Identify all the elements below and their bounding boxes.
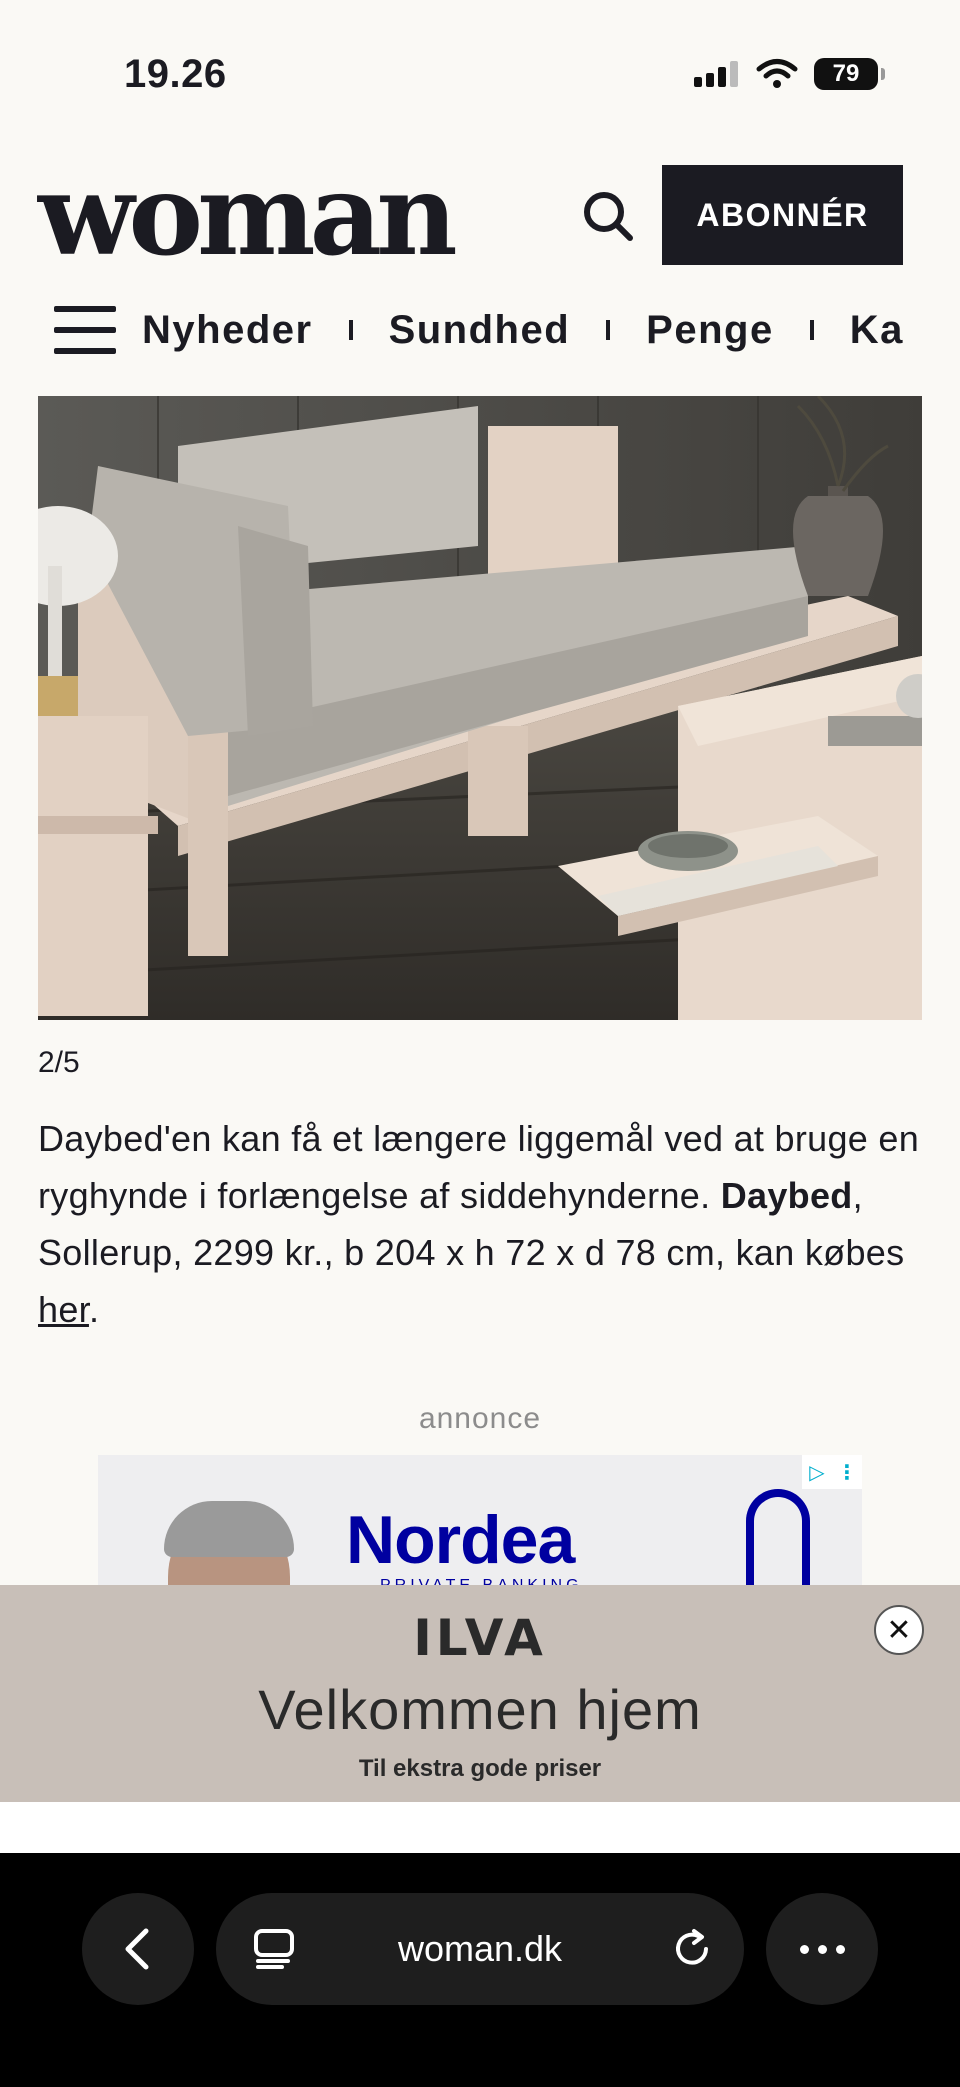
signal-icon: [694, 61, 738, 87]
nav-item-partial[interactable]: Ka: [850, 308, 904, 353]
back-button[interactable]: [82, 1893, 194, 2005]
ilva-banner-ad[interactable]: ILVA Velkommen hjem Til ekstra gode pris…: [0, 1585, 960, 1802]
status-icons: 79: [692, 58, 885, 90]
nordea-ad[interactable]: Nordea PRIVATE BANKING ▷ ⋮: [98, 1455, 862, 1585]
nordea-arch-graphic: [746, 1489, 810, 1585]
ad-choices[interactable]: ▷ ⋮: [802, 1455, 862, 1489]
gallery-image[interactable]: [38, 396, 922, 1020]
more-options-icon[interactable]: [766, 1893, 878, 2005]
daybed-photo: [38, 396, 922, 1020]
ad-person-image: [164, 1501, 294, 1585]
caption-product-name: Daybed: [720, 1175, 853, 1216]
chevron-left-icon: [125, 1928, 149, 1970]
hamburger-menu-icon[interactable]: [54, 306, 116, 354]
caption-buy-link[interactable]: her: [38, 1289, 89, 1330]
wifi-icon: [756, 59, 798, 88]
ilva-logo: ILVA: [413, 1609, 547, 1667]
status-bar: 19.26 79: [0, 0, 960, 140]
reload-icon[interactable]: [670, 1927, 714, 1971]
ad-label: annonce: [418, 1402, 542, 1435]
site-logo[interactable]: woman: [38, 160, 458, 272]
ilva-headline: Velkommen hjem: [258, 1678, 702, 1741]
nav-separator: [809, 320, 814, 340]
gallery-caption: Daybed'en kan få et længere liggemål ved…: [38, 1110, 922, 1338]
nordea-subtitle: PRIVATE BANKING: [380, 1577, 583, 1585]
main-nav: Nyheder Sundhed Penge Ka: [0, 290, 960, 370]
nav-separator: [606, 320, 611, 340]
page-bottom-strip: [0, 1802, 960, 1853]
gallery-counter: 2/5: [38, 1046, 80, 1079]
nordea-logo: Nordea: [346, 1502, 575, 1578]
nav-item-penge[interactable]: Penge: [646, 308, 774, 353]
address-bar[interactable]: woman.dk: [216, 1893, 744, 2005]
close-icon[interactable]: ✕: [874, 1605, 924, 1655]
adchoices-icon[interactable]: ▷: [802, 1455, 832, 1489]
search-icon[interactable]: [580, 188, 636, 244]
browser-toolbar: woman.dk: [0, 1853, 960, 2087]
ad-options-icon[interactable]: ⋮: [832, 1455, 862, 1489]
ilva-subline: Til ekstra gode priser: [358, 1755, 602, 1782]
status-time: 19.26: [124, 52, 227, 96]
caption-end: .: [88, 1289, 100, 1330]
site-header: woman ABONNÉR: [0, 140, 960, 290]
battery-level: 79: [832, 60, 860, 87]
url-text[interactable]: woman.dk: [216, 1893, 744, 2005]
nav-item-nyheder[interactable]: Nyheder: [142, 308, 313, 353]
battery-icon: 79: [814, 58, 885, 90]
subscribe-button[interactable]: ABONNÉR: [662, 165, 903, 265]
nav-item-sundhed[interactable]: Sundhed: [389, 308, 571, 353]
nav-separator: [348, 320, 353, 340]
